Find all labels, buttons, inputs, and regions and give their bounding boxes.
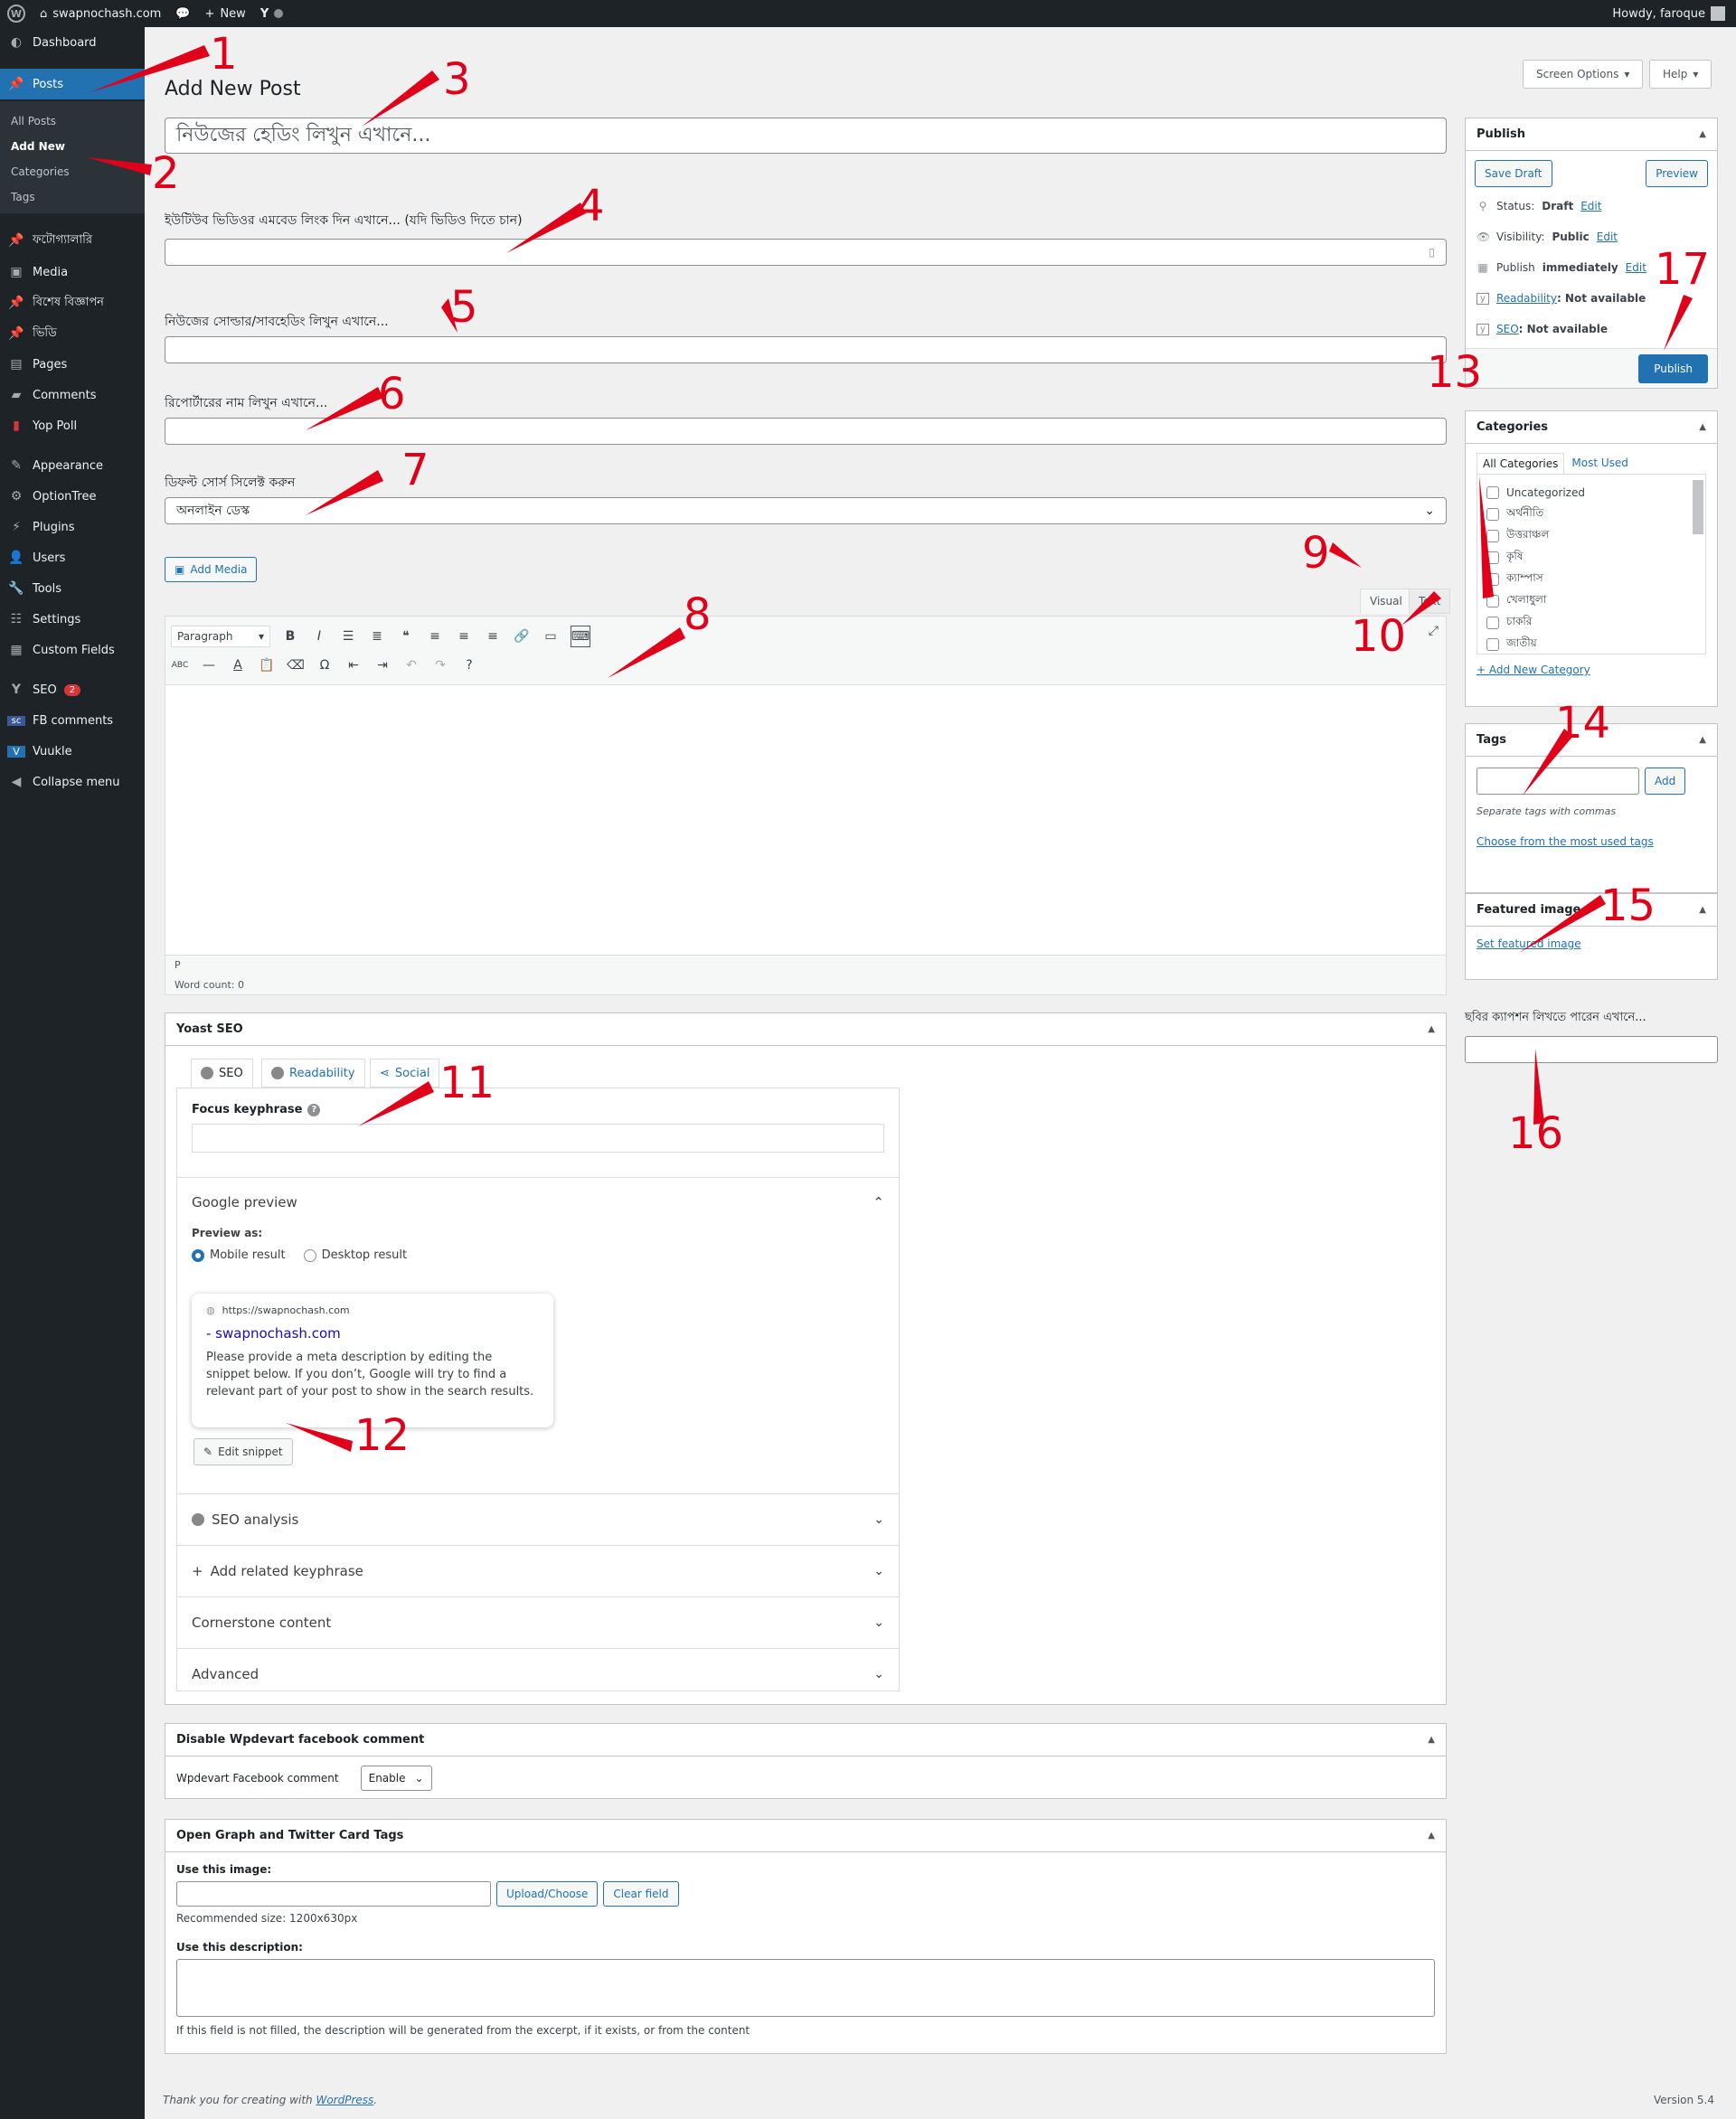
annotation-12: 12	[354, 1410, 410, 1461]
footer-version: Version 5.4	[1653, 2094, 1714, 2106]
annotation-14: 14	[1555, 698, 1610, 749]
annotation-3: 3	[443, 54, 471, 105]
annotation-6: 6	[378, 369, 406, 419]
annotation-5: 5	[450, 282, 478, 333]
footer-thanks-end: .	[373, 2094, 378, 2106]
footer-thanks-text: Thank you for creating with	[163, 2094, 316, 2106]
annotation-11: 11	[439, 1058, 495, 1108]
annotation-8: 8	[684, 589, 712, 640]
red-arrow-icons	[87, 45, 1693, 1452]
wordpress-link[interactable]: WordPress	[316, 2094, 373, 2106]
footer-credit: Thank you for creating with WordPress.	[163, 2094, 377, 2106]
annotation-16: 16	[1508, 1108, 1563, 1159]
annotation-4: 4	[577, 181, 605, 231]
annotation-17: 17	[1655, 244, 1710, 295]
annotation-15: 15	[1600, 881, 1656, 931]
annotation-2: 2	[152, 148, 180, 199]
annotation-7: 7	[401, 445, 429, 495]
annotation-10: 10	[1351, 611, 1406, 662]
annotation-9: 9	[1302, 528, 1330, 579]
annotation-arrows: 1 2 3 4 5 6 7 8 9 10 11 12 13 14 15 16 1…	[87, 29, 1710, 1461]
annotation-1: 1	[210, 29, 238, 80]
annotation-numbers: 1 2 3 4 5 6 7 8 9 10 11 12 13 14 15 16 1…	[152, 29, 1710, 1461]
annotation-13: 13	[1427, 347, 1482, 398]
